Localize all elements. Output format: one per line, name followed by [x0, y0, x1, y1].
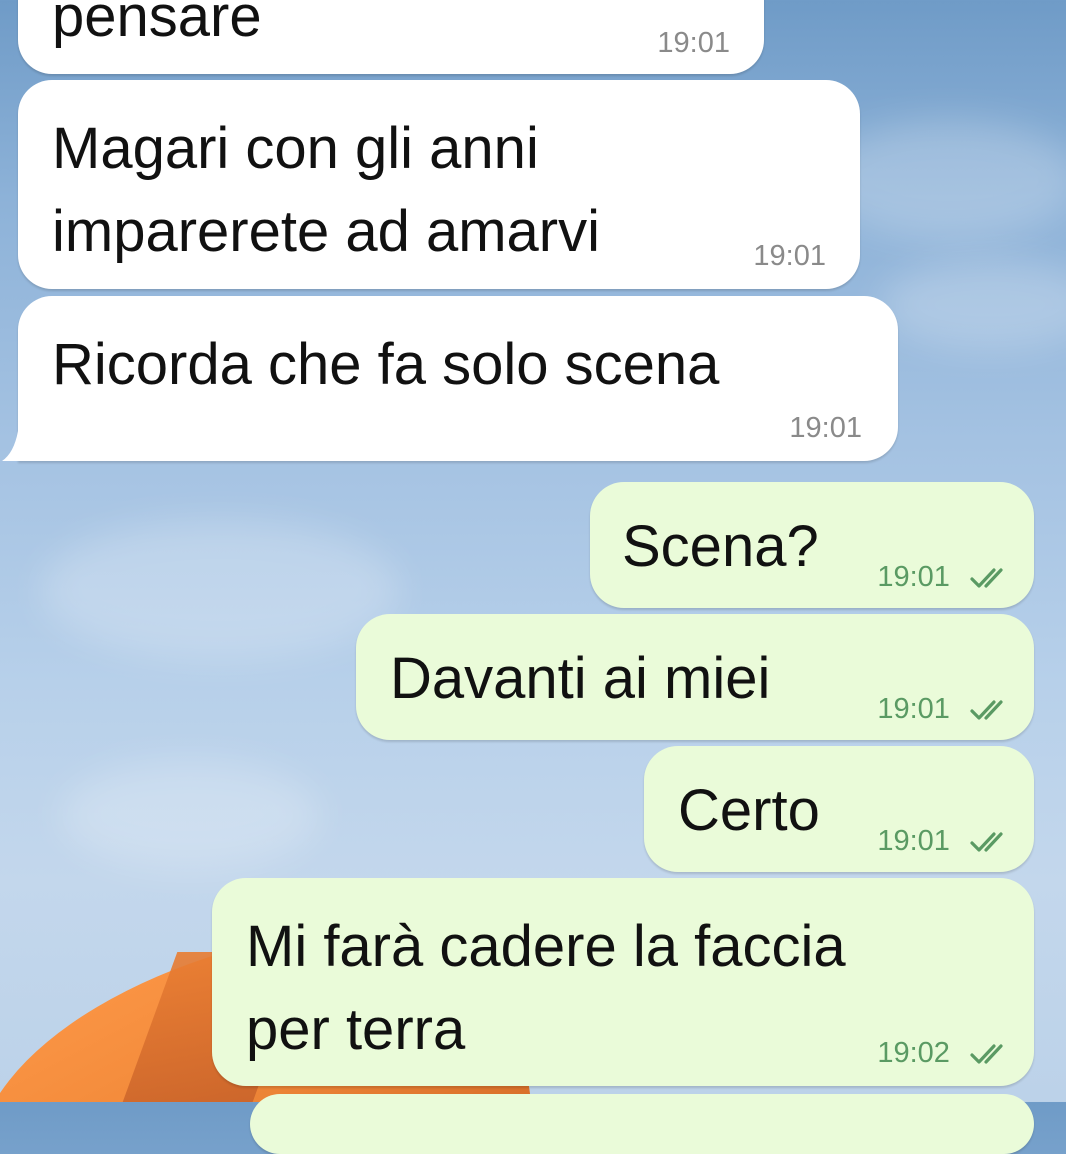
message-time: 19:01 [877, 561, 950, 593]
message-time: 19:01 [877, 693, 950, 725]
double-check-icon [970, 700, 1003, 720]
double-check-icon [970, 832, 1003, 852]
message-outgoing[interactable]: Mi farà cadere la faccia per terra 19:02 [212, 878, 1034, 1086]
double-check-icon [970, 568, 1003, 588]
message-text: imparerete ad amarvi [52, 199, 600, 264]
message-outgoing[interactable]: Davanti ai miei 19:01 [356, 614, 1034, 740]
message-incoming[interactable]: Magari con gli anni imparerete ad amarvi… [18, 80, 860, 289]
bubble-tail [2, 431, 18, 461]
message-outgoing[interactable]: Certo 19:01 [644, 746, 1034, 872]
message-meta: 19:02 [877, 1036, 1014, 1070]
message-text: per terra [246, 997, 466, 1062]
message-text: Scena? [622, 514, 819, 579]
message-time: 19:01 [789, 412, 862, 444]
message-time: 19:01 [753, 240, 826, 272]
message-text: pensare [52, 0, 262, 49]
message-meta: 19:01 [877, 560, 1014, 594]
message-meta: 19:01 [877, 692, 1014, 726]
message-outgoing[interactable]: Scena? 19:01 [590, 482, 1034, 608]
message-outgoing[interactable] [250, 1094, 1034, 1154]
message-text: Mi farà cadere la faccia [246, 914, 846, 979]
message-text: Davanti ai miei [390, 646, 771, 711]
message-text: Certo [678, 778, 820, 843]
message-time: 19:01 [877, 825, 950, 857]
message-incoming[interactable]: Ricorda che fa solo scena 19:01 [18, 296, 898, 461]
message-meta: 19:01 [877, 824, 1014, 858]
message-text: Ricorda che fa solo scena [52, 332, 720, 397]
double-check-icon [970, 1044, 1003, 1064]
message-incoming[interactable]: pensare 19:01 [18, 0, 764, 74]
message-text: Magari con gli anni [52, 116, 539, 181]
message-time: 19:01 [657, 27, 730, 59]
message-time: 19:02 [877, 1037, 950, 1069]
